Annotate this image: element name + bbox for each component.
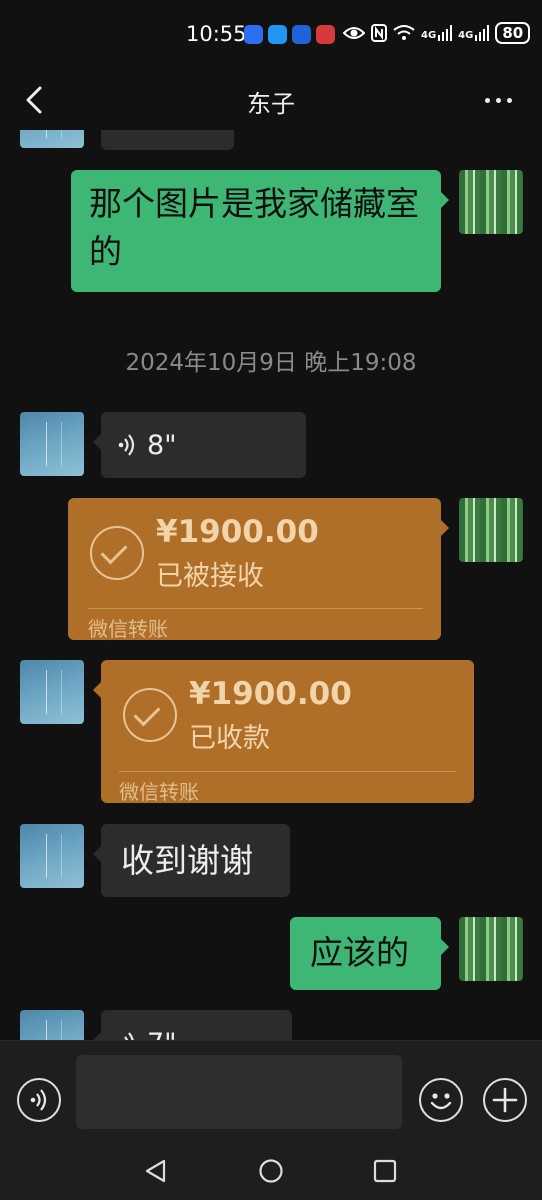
contact-avatar[interactable] <box>20 130 84 148</box>
cell-signal-icon: 4G <box>421 25 453 41</box>
check-circle-icon <box>90 526 144 580</box>
voice-input-button[interactable] <box>17 1078 61 1122</box>
transfer-amount: ¥1900.00 <box>189 676 352 712</box>
transfer-status: 已被接收 <box>156 561 264 592</box>
more-button[interactable] <box>476 84 520 116</box>
app-notification-icon <box>244 25 263 44</box>
message-text: 那个图片是我家储藏室的 <box>89 184 419 271</box>
wifi-icon <box>393 25 415 40</box>
chat-header: 东子 <box>0 70 542 130</box>
voice-icon <box>30 1089 47 1111</box>
status-bar: 10:55 4G 4G 80 <box>0 0 542 70</box>
voice-duration: 7" <box>147 1028 177 1041</box>
divider <box>119 771 456 772</box>
check-circle-icon <box>123 688 177 742</box>
app-notification-icon <box>316 25 335 44</box>
message-bubble-sent[interactable]: 应该的 <box>290 917 449 990</box>
contact-avatar[interactable] <box>20 660 84 724</box>
cell-signal-icon: 4G <box>458 25 490 41</box>
divider <box>88 608 423 609</box>
battery-indicator: 80 <box>495 22 531 44</box>
nav-recents-icon[interactable] <box>373 1159 397 1183</box>
message-bubble-sent[interactable]: 那个图片是我家储藏室的 <box>71 170 449 292</box>
my-avatar[interactable] <box>459 917 523 981</box>
transfer-bubble-received[interactable]: ¥1900.00 已收款 微信转账 <box>93 660 474 804</box>
message-bubble-partial[interactable] <box>101 130 234 150</box>
transfer-status: 已收款 <box>189 723 270 754</box>
transfer-label: 微信转账 <box>88 617 168 641</box>
message-timestamp: 2024年10月9日 晚上19:08 <box>125 350 417 376</box>
contact-avatar[interactable] <box>20 1010 84 1040</box>
system-nav-bar <box>0 1140 542 1200</box>
voice-duration: 8" <box>147 429 177 461</box>
my-avatar[interactable] <box>459 170 523 234</box>
my-avatar[interactable] <box>459 498 523 562</box>
message-bubble-received[interactable]: 收到谢谢 <box>93 824 290 897</box>
plus-icon <box>492 1087 518 1113</box>
nav-home-icon[interactable] <box>258 1158 284 1184</box>
message-app-icon <box>268 25 287 44</box>
status-app-icons <box>244 25 335 44</box>
transfer-label: 微信转账 <box>119 780 199 804</box>
transfer-bubble-sent[interactable]: ¥1900.00 已被接收 微信转账 <box>68 498 449 641</box>
message-text: 应该的 <box>310 933 409 972</box>
message-input[interactable] <box>76 1055 402 1129</box>
eye-icon <box>343 27 365 39</box>
voice-icon <box>124 1032 134 1040</box>
more-functions-button[interactable] <box>483 1078 527 1122</box>
emoji-button[interactable] <box>419 1078 463 1122</box>
emoji-icon <box>430 1093 452 1110</box>
status-time: 10:55 <box>186 22 247 46</box>
voice-message-bubble[interactable]: 7" <box>93 1010 292 1041</box>
status-indicators: 4G 4G 80 <box>343 22 531 44</box>
chat-area[interactable]: 那个图片是我家储藏室的 2024年10月9日 晚上19:08 8" ¥1900.… <box>0 130 542 1040</box>
message-text: 收到谢谢 <box>121 841 253 880</box>
chat-title: 东子 <box>247 90 295 118</box>
more-icon <box>484 97 512 103</box>
nav-back-icon[interactable] <box>143 1158 169 1184</box>
nfc-icon <box>371 24 387 42</box>
contact-avatar[interactable] <box>20 824 84 888</box>
contact-avatar[interactable] <box>20 412 84 476</box>
voice-message-bubble[interactable]: 8" <box>93 412 306 478</box>
transfer-amount: ¥1900.00 <box>156 514 319 550</box>
voice-icon <box>118 434 135 456</box>
app-notification-icon <box>292 25 311 44</box>
